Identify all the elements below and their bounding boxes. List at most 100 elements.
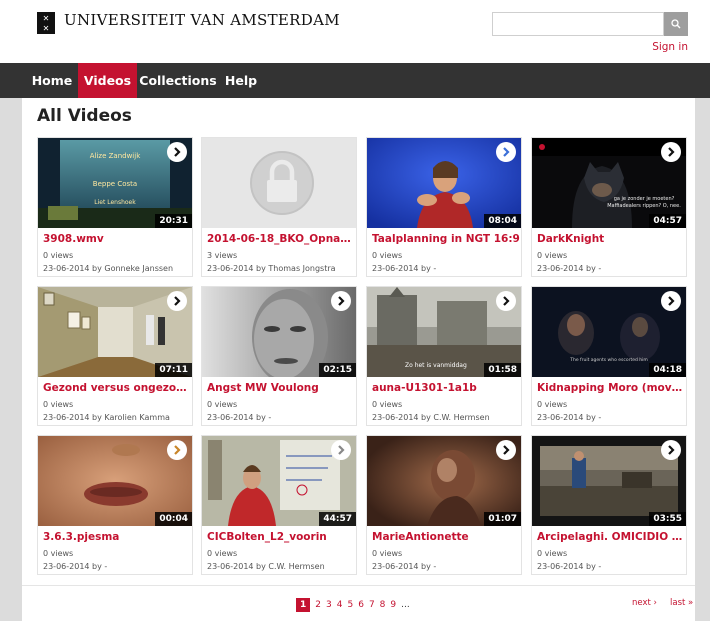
uva-logo-icon[interactable]: ✕ ✕ (37, 12, 55, 34)
video-title[interactable]: Gezond versus ongezond: e... (43, 382, 191, 394)
page-link[interactable]: 9 (390, 600, 396, 610)
video-card[interactable]: 07:11 Gezond versus ongezond: e... 0 vie… (37, 286, 193, 426)
play-button[interactable] (167, 440, 187, 460)
duration-badge: 02:15 (319, 363, 356, 377)
video-title[interactable]: auna-U1301-1a1b (372, 382, 520, 394)
thumb-text: Liet Lenshoek (94, 199, 136, 206)
subtitle-text: Maffiadealers rippen? O, nee. (607, 203, 681, 209)
video-thumbnail[interactable]: Zo het is vanmiddag 01:58 (367, 287, 521, 377)
nav-home[interactable]: Home (27, 63, 77, 98)
video-thumbnail[interactable]: 02:15 (202, 287, 356, 377)
page-link[interactable]: 3 (326, 600, 332, 610)
brand-name[interactable]: UNIVERSITEIT VAN AMSTERDAM (64, 11, 340, 29)
video-thumbnail[interactable]: The fruit agents who escorted him 04:18 (532, 287, 686, 377)
chevron-right-icon (668, 296, 675, 306)
video-title[interactable]: DarkKnight (537, 233, 685, 245)
play-button[interactable] (331, 291, 351, 311)
video-title[interactable]: MarieAntionette (372, 531, 520, 543)
site-header: ✕ ✕ UNIVERSITEIT VAN AMSTERDAM Sign in (0, 0, 710, 63)
play-button[interactable] (496, 142, 516, 162)
video-title[interactable]: Arcipelaghi. OMICIDIO GIOS... (537, 531, 685, 543)
svg-text:✕: ✕ (43, 24, 50, 33)
page-link-current[interactable]: 1 (296, 597, 311, 612)
duration-badge: 08:04 (484, 214, 521, 228)
view-count: 0 views (537, 251, 568, 260)
pagination: 1 2 3 4 5 6 7 8 9 ... (296, 596, 410, 613)
video-meta: 23-06-2014 by C.W. Hermsen (207, 562, 325, 571)
video-meta: 23-06-2014 by - (537, 562, 602, 571)
chevron-right-icon (503, 147, 510, 157)
duration-badge: 44:57 (319, 512, 356, 526)
duration-badge: 04:57 (649, 214, 686, 228)
search-input[interactable] (492, 12, 664, 36)
page-link[interactable]: 2 (315, 600, 321, 610)
play-button[interactable] (167, 142, 187, 162)
play-button[interactable] (661, 291, 681, 311)
search-icon (671, 19, 681, 29)
video-thumbnail[interactable]: 08:04 (367, 138, 521, 228)
view-count: 0 views (43, 251, 74, 260)
video-thumbnail[interactable]: Alize Zandwijk Beppe Costa Liet Lenshoek… (38, 138, 192, 228)
play-button[interactable] (661, 440, 681, 460)
video-title[interactable]: Kidnapping Moro (movie) (537, 382, 685, 394)
view-count: 0 views (537, 400, 568, 409)
video-card[interactable]: 44:57 CICBolten_L2_voorin 0 views 23-06-… (201, 435, 357, 575)
video-card[interactable]: 00:04 3.6.3.pjesma 0 views 23-06-2014 by… (37, 435, 193, 575)
video-card[interactable]: 08:04 Taalplanning in NGT 16:9 0 views 2… (366, 137, 522, 277)
video-title[interactable]: Angst MW Voulong (207, 382, 355, 394)
video-thumbnail[interactable] (202, 138, 356, 228)
view-count: 0 views (372, 549, 403, 558)
chevron-right-icon (174, 147, 181, 157)
video-thumbnail[interactable]: 03:55 (532, 436, 686, 526)
video-card[interactable]: 01:07 MarieAntionette 0 views 23-06-2014… (366, 435, 522, 575)
duration-badge: 00:04 (155, 512, 192, 526)
video-meta: 23-06-2014 by Gonneke Janssen (43, 264, 174, 273)
video-thumbnail[interactable]: 00:04 (38, 436, 192, 526)
view-count: 3 views (207, 251, 238, 260)
play-button[interactable] (331, 440, 351, 460)
page-link[interactable]: 8 (380, 600, 386, 610)
video-meta: 23-06-2014 by C.W. Hermsen (372, 413, 490, 422)
video-title[interactable]: 3908.wmv (43, 233, 191, 245)
page-link[interactable]: 5 (347, 600, 353, 610)
view-count: 0 views (372, 251, 403, 260)
last-page-link[interactable]: last » (670, 598, 693, 608)
video-card[interactable]: ga je zonder je moeten? Maffiadealers ri… (531, 137, 687, 277)
nav-collections[interactable]: Collections (138, 63, 218, 98)
video-meta: 23-06-2014 by - (537, 413, 602, 422)
page-link[interactable]: 6 (358, 600, 364, 610)
video-thumbnail[interactable]: 01:07 (367, 436, 521, 526)
video-title[interactable]: CICBolten_L2_voorin (207, 531, 355, 543)
nav-videos[interactable]: Videos (78, 63, 137, 98)
main-nav: Home Videos Collections Help (0, 63, 710, 98)
sign-in-link[interactable]: Sign in (652, 41, 688, 53)
video-thumbnail[interactable]: ga je zonder je moeten? Maffiadealers ri… (532, 138, 686, 228)
video-thumbnail[interactable]: 07:11 (38, 287, 192, 377)
page-link[interactable]: 4 (337, 600, 343, 610)
pager-divider (22, 585, 695, 586)
page-link[interactable]: 7 (369, 600, 375, 610)
search-button[interactable] (664, 12, 688, 36)
nav-help[interactable]: Help (220, 63, 262, 98)
video-card[interactable]: The fruit agents who escorted him 04:18 … (531, 286, 687, 426)
play-button[interactable] (496, 440, 516, 460)
video-card[interactable]: 03:55 Arcipelaghi. OMICIDIO GIOS... 0 vi… (531, 435, 687, 575)
video-card[interactable]: 02:15 Angst MW Voulong 0 views 23-06-201… (201, 286, 357, 426)
play-button[interactable] (167, 291, 187, 311)
thumb-caption: The fruit agents who escorted him (569, 357, 648, 363)
video-title[interactable]: Taalplanning in NGT 16:9 (372, 233, 520, 245)
video-card[interactable]: Zo het is vanmiddag 01:58 auna-U1301-1a1… (366, 286, 522, 426)
chevron-right-icon (338, 445, 345, 455)
video-card[interactable]: 2014-06-18_BKO_Opname_... 3 views 23-06-… (201, 137, 357, 277)
next-page-link[interactable]: next › (632, 598, 657, 608)
view-count: 0 views (43, 549, 74, 558)
play-button[interactable] (661, 142, 681, 162)
video-title[interactable]: 2014-06-18_BKO_Opname_... (207, 233, 355, 245)
video-card[interactable]: Alize Zandwijk Beppe Costa Liet Lenshoek… (37, 137, 193, 277)
play-button[interactable] (496, 291, 516, 311)
video-thumbnail[interactable]: 44:57 (202, 436, 356, 526)
view-count: 0 views (43, 400, 74, 409)
thumb-text: Beppe Costa (93, 180, 137, 188)
video-title[interactable]: 3.6.3.pjesma (43, 531, 191, 543)
video-meta: 23-06-2014 by Karolien Kamma (43, 413, 170, 422)
